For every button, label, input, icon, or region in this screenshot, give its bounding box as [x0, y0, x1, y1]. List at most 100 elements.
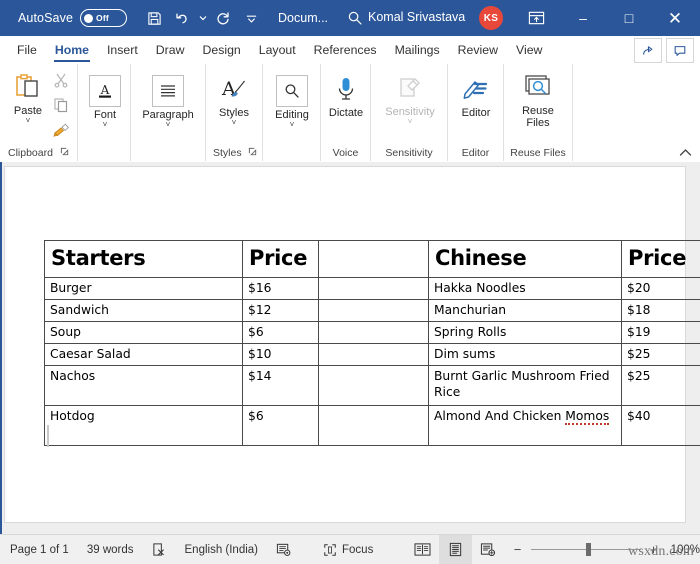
redo-icon[interactable]: [210, 5, 236, 31]
tab-design[interactable]: Design: [193, 36, 249, 64]
collapse-ribbon-button[interactable]: [679, 148, 692, 160]
autosave-toggle[interactable]: Off: [80, 9, 128, 27]
table-row[interactable]: Nachos $14 Burnt Garlic Mushroom Fried Ric…: [44, 365, 700, 406]
table-cell[interactable]: Soup: [44, 321, 243, 344]
tab-view[interactable]: View: [507, 36, 551, 64]
web-layout-view-button[interactable]: [472, 535, 505, 564]
table-cell[interactable]: Sandwich: [44, 299, 243, 322]
close-button[interactable]: ✕: [652, 0, 698, 36]
table-row[interactable]: Hotdog $6 Almond And Chicken Momos $40: [44, 405, 700, 446]
table-cell[interactable]: Hotdog: [44, 405, 243, 446]
cut-button[interactable]: [48, 70, 74, 90]
table-cell[interactable]: Burger: [44, 277, 243, 300]
styles-chevron-down-icon[interactable]: ˅: [232, 119, 237, 127]
table-cell[interactable]: [318, 321, 429, 344]
table-cell[interactable]: $18: [621, 299, 700, 322]
avatar[interactable]: KS: [479, 6, 503, 30]
ribbon-display-options-icon[interactable]: [525, 8, 547, 28]
read-mode-view-button[interactable]: [406, 535, 439, 564]
font-button[interactable]: A Font ˅: [76, 74, 134, 129]
table-cell[interactable]: Spring Rolls: [428, 321, 622, 344]
paste-chevron-down-icon[interactable]: ˅: [26, 117, 31, 125]
tab-home[interactable]: Home: [46, 36, 98, 64]
styles-dialog-launcher-icon[interactable]: [248, 147, 257, 158]
accessibility-checker-icon[interactable]: [267, 535, 300, 564]
table-cell[interactable]: $40: [621, 405, 700, 446]
reuse-files-button[interactable]: Reuse Files: [509, 70, 567, 129]
table-cell[interactable]: $25: [621, 365, 700, 406]
table-cell[interactable]: $25: [621, 343, 700, 366]
sensitivity-button[interactable]: Sensitivity ˅: [381, 71, 439, 126]
font-chevron-down-icon[interactable]: ˅: [103, 121, 108, 129]
page-number-status[interactable]: Page 1 of 1: [0, 535, 78, 564]
tab-references[interactable]: References: [305, 36, 386, 64]
editing-chevron-down-icon[interactable]: ˅: [290, 121, 295, 129]
minimize-button[interactable]: –: [560, 0, 606, 36]
dictate-button[interactable]: Dictate: [317, 72, 375, 119]
table-cell[interactable]: $16: [242, 277, 319, 300]
table-header-cell[interactable]: Price: [621, 240, 700, 278]
table-cell[interactable]: Nachos: [44, 365, 243, 406]
save-icon[interactable]: [141, 5, 167, 31]
table-cell[interactable]: Almond And Chicken Momos: [428, 405, 622, 446]
paste-button[interactable]: Paste ˅: [2, 70, 54, 125]
table-cell[interactable]: Dim sums: [428, 343, 622, 366]
table-row[interactable]: Caesar Salad $10 Dim sums $25: [44, 343, 700, 366]
table-cell[interactable]: $14: [242, 365, 319, 406]
undo-dropdown-chevron-down-icon[interactable]: [197, 5, 208, 31]
table-cell[interactable]: Caesar Salad: [44, 343, 243, 366]
table-cell[interactable]: Hakka Noodles: [428, 277, 622, 300]
table-cell[interactable]: $6: [242, 321, 319, 344]
table-cell[interactable]: $6: [242, 405, 319, 446]
clipboard-dialog-launcher-icon[interactable]: [60, 147, 69, 158]
table-cell[interactable]: Burnt Garlic Mushroom Fried Rice: [428, 365, 622, 406]
zoom-slider[interactable]: [530, 542, 641, 556]
table-cell[interactable]: [318, 277, 429, 300]
tab-draw[interactable]: Draw: [147, 36, 194, 64]
table-header-cell[interactable]: [318, 240, 429, 278]
table-header-cell[interactable]: Chinese: [428, 240, 622, 278]
document-canvas[interactable]: Starters Price Chinese Price Burger $16 Hakka …: [0, 162, 700, 535]
maximize-button[interactable]: □: [606, 0, 652, 36]
language-status[interactable]: English (India): [176, 535, 268, 564]
document-name-label[interactable]: Docum...: [278, 11, 328, 25]
table-cell[interactable]: [318, 299, 429, 322]
copy-button[interactable]: [48, 95, 74, 115]
format-painter-button[interactable]: [48, 120, 74, 140]
tab-insert[interactable]: Insert: [98, 36, 147, 64]
zoom-out-button[interactable]: −: [511, 542, 525, 557]
undo-icon[interactable]: [169, 5, 195, 31]
editing-button[interactable]: Editing ˅: [263, 74, 321, 129]
table-header-cell[interactable]: Starters: [44, 240, 243, 278]
table-row[interactable]: Burger $16 Hakka Noodles $20: [44, 277, 700, 300]
tab-mailings[interactable]: Mailings: [386, 36, 449, 64]
comments-icon[interactable]: [666, 38, 694, 63]
tab-review[interactable]: Review: [449, 36, 507, 64]
table-cell[interactable]: Manchurian: [428, 299, 622, 322]
table-cell[interactable]: $10: [242, 343, 319, 366]
document-page[interactable]: Starters Price Chinese Price Burger $16 Hakka …: [4, 166, 700, 523]
table-cell[interactable]: $20: [621, 277, 700, 300]
table-header-cell[interactable]: Price: [242, 240, 319, 278]
table-cell[interactable]: [318, 405, 429, 446]
table-cell[interactable]: $12: [242, 299, 319, 322]
tab-file[interactable]: File: [8, 36, 46, 64]
word-count-status[interactable]: 39 words: [78, 535, 143, 564]
table-cell[interactable]: [318, 365, 429, 406]
user-name-label[interactable]: Komal Srivastava: [368, 10, 465, 24]
proofing-errors-icon[interactable]: [143, 535, 176, 564]
table-cell[interactable]: [318, 343, 429, 366]
customize-quick-access-toolbar-icon[interactable]: [238, 5, 264, 31]
zoom-slider-thumb[interactable]: [585, 542, 591, 556]
sensitivity-chevron-down-icon[interactable]: ˅: [408, 118, 413, 126]
table-row[interactable]: Sandwich $12 Manchurian $18: [44, 299, 700, 322]
menu-table[interactable]: Starters Price Chinese Price Burger $16 Hakka …: [44, 240, 700, 446]
styles-button[interactable]: A Styles ˅: [205, 72, 263, 127]
table-cell[interactable]: $19: [621, 321, 700, 344]
print-layout-view-button[interactable]: [438, 535, 472, 564]
table-row[interactable]: Soup $6 Spring Rolls $19: [44, 321, 700, 344]
focus-mode-button[interactable]: Focus: [314, 535, 382, 564]
tab-layout[interactable]: Layout: [250, 36, 305, 64]
search-icon[interactable]: [342, 5, 368, 31]
paragraph-chevron-down-icon[interactable]: ˅: [166, 121, 171, 129]
